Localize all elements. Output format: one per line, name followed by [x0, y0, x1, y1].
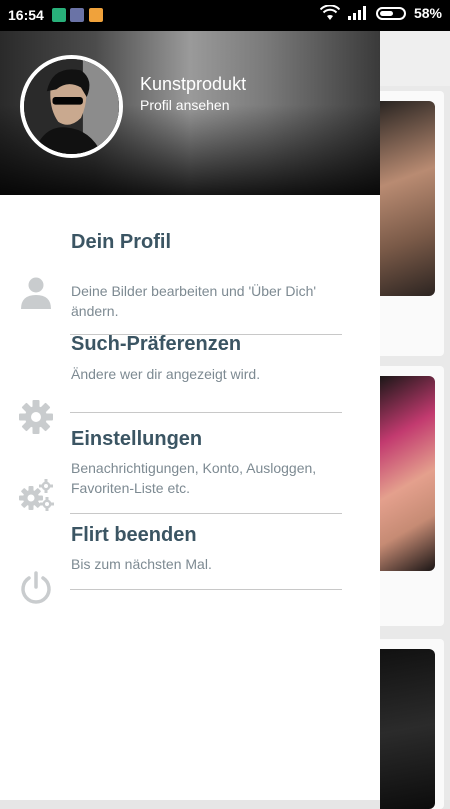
- card-photo: [380, 101, 435, 296]
- app-purple-icon: [70, 8, 84, 22]
- divider: [70, 412, 342, 413]
- profile-header[interactable]: Kunstprodukt Profil ansehen: [0, 31, 380, 195]
- background-card[interactable]: [380, 366, 444, 626]
- app-green-icon: [52, 8, 66, 22]
- app-orange-icon: [89, 8, 103, 22]
- view-profile-link[interactable]: Profil ansehen: [140, 97, 230, 113]
- background-card[interactable]: [380, 91, 444, 356]
- avatar-portrait: [24, 59, 119, 154]
- status-time: 16:54: [8, 7, 44, 23]
- menu-item-description: Benachrichtigungen, Konto, Ausloggen, Fa…: [71, 460, 317, 496]
- background-app-content: [380, 31, 450, 809]
- divider: [70, 513, 342, 514]
- card-photo: [380, 649, 435, 809]
- menu-item-title: Einstellungen: [71, 428, 203, 450]
- menu-item-title: Flirt beenden: [71, 524, 197, 546]
- gears-icon: [19, 479, 54, 511]
- signal-icon: [347, 6, 366, 20]
- wifi-icon: [319, 5, 340, 20]
- menu-item-title: Dein Profil: [71, 231, 172, 253]
- profile-name: Kunstprodukt: [140, 74, 247, 94]
- avatar[interactable]: [20, 55, 123, 158]
- battery-percent: 58%: [413, 5, 442, 21]
- menu-item-description: Bis zum nächsten Mal.: [71, 556, 212, 572]
- card-photo: [380, 376, 435, 571]
- gear-icon: [19, 400, 53, 434]
- person-icon: [21, 277, 51, 309]
- power-icon: [21, 571, 51, 604]
- menu-item-title: Such-Präferenzen: [71, 333, 242, 355]
- background-toolbar: [380, 31, 450, 86]
- battery-icon: [375, 6, 406, 20]
- navigation-drawer: Kunstprodukt Profil ansehen Dein Profil …: [0, 31, 380, 800]
- status-bar: 16:54 58%: [0, 0, 450, 31]
- background-card[interactable]: [380, 639, 444, 809]
- menu-item-description: Deine Bilder bearbeiten und 'Über Dich' …: [71, 283, 317, 319]
- divider: [70, 589, 342, 590]
- menu-item-description: Ändere wer dir angezeigt wird.: [71, 366, 261, 382]
